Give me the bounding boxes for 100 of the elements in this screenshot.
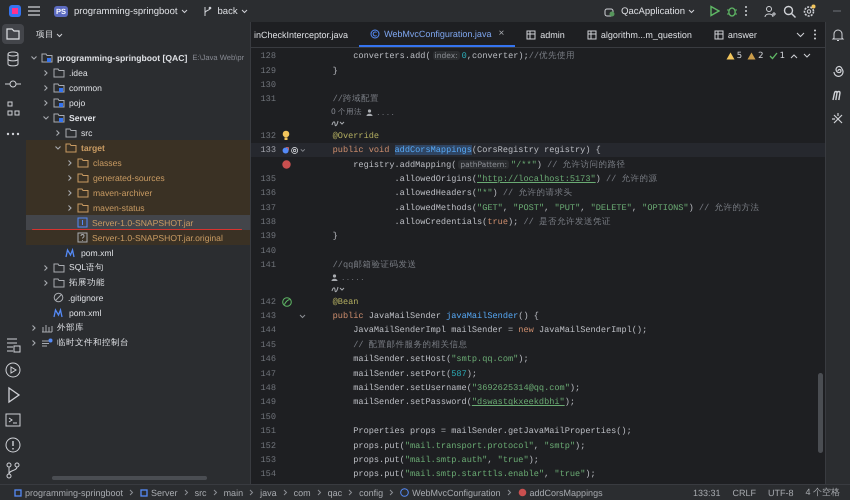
tree-item-label: classes xyxy=(93,158,122,168)
folder-icon xyxy=(77,202,89,212)
chevron-right-icon xyxy=(129,489,134,496)
branch-icon xyxy=(202,6,212,16)
cursor-position[interactable]: 133:31 xyxy=(692,488,720,498)
add-user-icon[interactable] xyxy=(764,4,777,18)
panel-title[interactable]: 项目 xyxy=(36,29,54,41)
breadcrumb[interactable]: main xyxy=(224,488,244,498)
chevron-right-icon xyxy=(249,489,254,496)
search-icon[interactable] xyxy=(783,4,796,18)
editor-tab[interactable]: algorithm...m_question xyxy=(576,22,703,47)
file-encoding[interactable]: UTF-8 xyxy=(768,488,794,498)
tree-item-label: SQL语句 xyxy=(69,262,104,274)
table-icon xyxy=(714,30,724,40)
tree-item[interactable]: .gitignore xyxy=(26,290,250,305)
tree-item[interactable]: maven-status xyxy=(26,200,250,215)
tree-item-label: pom.xml xyxy=(81,248,114,258)
tree-item-label: Server-1.0-SNAPSHOT.jar.original xyxy=(92,232,223,242)
line-number: 150 xyxy=(260,412,276,422)
tree-item[interactable]: pom.xml xyxy=(26,305,250,320)
tree-item[interactable]: classes xyxy=(26,155,250,170)
editor-tab[interactable]: admin xyxy=(515,22,576,47)
code-line: } xyxy=(332,66,338,76)
tree-item[interactable]: target xyxy=(26,140,250,155)
breakpoint-icon[interactable] xyxy=(282,160,291,170)
folder-icon[interactable] xyxy=(2,24,24,44)
editor-tab[interactable]: answer xyxy=(702,22,768,47)
project-switcher[interactable]: programming-springboot xyxy=(74,6,178,16)
tree-item[interactable]: 临时文件和控制台 xyxy=(26,335,250,350)
more-icon[interactable] xyxy=(813,29,817,40)
editor-tab[interactable]: inCheckInterceptor.java xyxy=(251,22,360,47)
scratch-file-icon xyxy=(41,338,53,348)
tree-item[interactable]: Server-1.0-SNAPSHOT.jar.original xyxy=(26,230,250,245)
code-line: public void addCorsMappings(CorsRegistry registry) { xyxy=(332,145,601,156)
line-separator[interactable]: CRLF xyxy=(732,488,756,498)
spiral-icon[interactable] xyxy=(831,64,845,78)
breadcrumb[interactable]: Server xyxy=(140,488,178,498)
annotation-icon[interactable] xyxy=(291,146,298,155)
tree-item[interactable]: generated-sources xyxy=(26,170,250,185)
close-tab-button[interactable]: × xyxy=(498,28,504,39)
code-line: //qq邮箱验证码发送 xyxy=(332,259,416,272)
folder-icon xyxy=(65,128,77,138)
bug-icon[interactable] xyxy=(726,5,738,17)
implements-icon[interactable] xyxy=(282,146,290,155)
tree-item[interactable]: src xyxy=(26,125,250,140)
breadcrumb[interactable]: java xyxy=(260,488,277,498)
run-icon[interactable] xyxy=(709,5,720,17)
menu-icon[interactable] xyxy=(28,6,40,16)
chevron-down-icon[interactable] xyxy=(796,32,805,38)
notification-bell-icon[interactable] xyxy=(831,28,845,42)
code-line: @Override xyxy=(332,130,380,141)
settings-icon[interactable] xyxy=(802,4,816,18)
module-folder-icon xyxy=(53,98,65,108)
tree-item[interactable]: .idea xyxy=(26,65,250,80)
folder-icon xyxy=(53,278,65,288)
chevron-right-icon xyxy=(212,489,218,496)
breadcrumb[interactable]: programming-springboot xyxy=(14,488,124,498)
tree-item[interactable]: Server xyxy=(26,110,250,125)
tree-item[interactable]: pom.xml xyxy=(26,245,250,260)
fold-icon[interactable] xyxy=(300,148,306,153)
breadcrumb[interactable]: src xyxy=(194,488,207,498)
fold-icon[interactable] xyxy=(299,314,306,319)
more-icon[interactable] xyxy=(744,5,748,17)
weak-warning-icon[interactable] xyxy=(747,52,756,60)
code-line: mailSender.setPassword("dswastqkxeekdbhi"); xyxy=(352,397,576,408)
run-configuration-selector[interactable]: QacApplication xyxy=(621,6,685,16)
tree-item[interactable]: pojo xyxy=(26,95,250,110)
module-icon xyxy=(140,488,148,496)
tree-item-selected[interactable]: Server-1.0-SNAPSHOT.jar xyxy=(26,215,250,230)
indent-setting[interactable]: 4 个空格 xyxy=(805,486,840,499)
scrollbar-thumb[interactable] xyxy=(818,373,823,453)
chevron-up-icon[interactable] xyxy=(790,53,798,59)
lightbulb-icon[interactable] xyxy=(282,130,290,142)
warning-count: 5 xyxy=(736,51,742,61)
code-line: .allowedOrigins("http://localhost:5173") // 允许的源 xyxy=(394,172,658,185)
tree-item[interactable]: SQL语句 xyxy=(26,260,250,275)
breadcrumb[interactable]: qac xyxy=(328,488,342,498)
breadcrumb[interactable]: config xyxy=(359,488,384,498)
app-logo-icon[interactable] xyxy=(8,4,22,18)
breadcrumb[interactable]: WebMvcConfiguration xyxy=(400,488,501,498)
breadcrumb[interactable]: addCorsMappings xyxy=(518,488,603,498)
code-line: .allowedMethods("GET", "POST", "PUT", "DELETE", "OPTIONS") // 允许的方法 xyxy=(394,202,760,214)
warning-icon[interactable] xyxy=(726,52,735,60)
editor-tab[interactable]: WebMvcConfiguration.java × xyxy=(359,22,516,47)
caret-icon xyxy=(180,8,188,14)
module-folder-icon xyxy=(53,112,65,122)
line-number: 154 xyxy=(260,469,276,480)
branch-switcher[interactable]: back xyxy=(218,6,238,16)
chevron-right-icon xyxy=(348,489,354,496)
tree-item[interactable]: common xyxy=(26,80,250,95)
line-number: 142 xyxy=(260,296,276,307)
chevron-right-icon xyxy=(389,489,394,496)
tree-item[interactable]: maven-archiver xyxy=(26,185,250,200)
chevron-down-icon[interactable] xyxy=(803,53,811,59)
tree-item[interactable]: 拓展功能 xyxy=(26,275,250,290)
tree-item[interactable]: 外部库 xyxy=(26,320,250,335)
line-number: 152 xyxy=(260,440,276,451)
check-icon[interactable] xyxy=(768,52,778,60)
scrollbar-thumb[interactable] xyxy=(52,476,207,480)
breadcrumb[interactable]: com xyxy=(294,488,311,498)
